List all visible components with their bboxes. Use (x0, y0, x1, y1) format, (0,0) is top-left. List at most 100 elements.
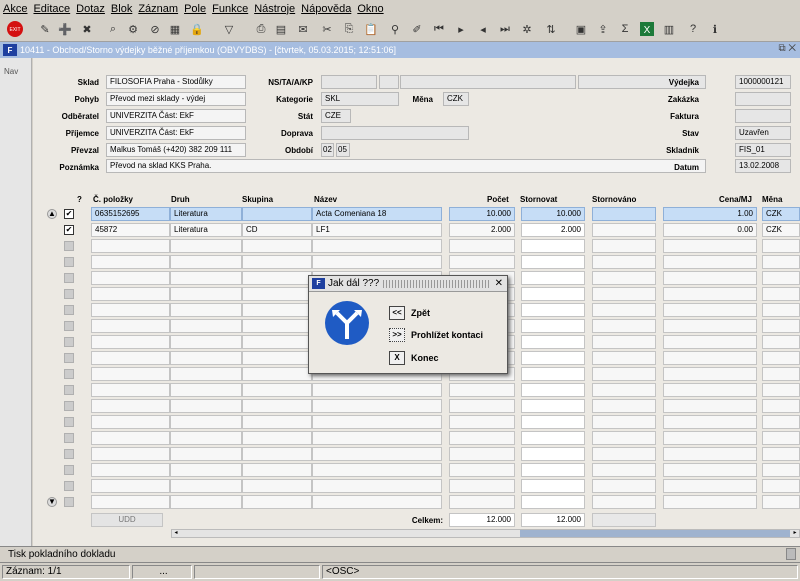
empty-cell[interactable] (592, 447, 656, 461)
empty-cell[interactable] (170, 383, 242, 397)
empty-cell[interactable] (170, 431, 242, 445)
sum-icon[interactable]: Σ (616, 20, 634, 38)
empty-cell[interactable] (242, 239, 312, 253)
field-datum[interactable]: 13.02.2008 (735, 159, 791, 173)
empty-cell[interactable] (170, 463, 242, 477)
empty-cell[interactable] (91, 383, 170, 397)
empty-cell[interactable] (91, 367, 170, 381)
menu-funkce[interactable]: Funkce (209, 3, 251, 15)
empty-cell[interactable] (762, 287, 800, 301)
empty-cell[interactable] (663, 383, 757, 397)
empty-cell[interactable] (170, 479, 242, 493)
empty-cell[interactable] (663, 271, 757, 285)
field-a[interactable] (400, 75, 576, 89)
empty-cell[interactable] (242, 335, 312, 349)
empty-row-checkbox[interactable] (64, 257, 74, 267)
field-stat[interactable]: CZE (321, 109, 351, 123)
row1-cena[interactable]: 1.00 (663, 207, 757, 221)
horizontal-scroll-thumb[interactable] (520, 530, 790, 537)
empty-cell[interactable] (242, 271, 312, 285)
empty-row-checkbox[interactable] (64, 433, 74, 443)
row1-stornovano[interactable] (592, 207, 656, 221)
horizontal-scrollbar[interactable]: ◂ ▸ (171, 529, 800, 538)
menu-akce[interactable]: Akce (0, 3, 30, 15)
window-controls[interactable]: ⧉ ✕ (778, 43, 796, 54)
field-zakazka[interactable] (735, 92, 791, 106)
row2-cena[interactable]: 0.00 (663, 223, 757, 237)
empty-cell[interactable] (170, 239, 242, 253)
scroll-right-icon[interactable]: ▸ (791, 530, 799, 537)
empty-cell[interactable] (312, 463, 442, 477)
empty-cell[interactable] (521, 303, 585, 317)
nav-panel[interactable]: Nav (0, 58, 32, 546)
print-icon[interactable]: ⎙ (252, 20, 270, 38)
empty-cell[interactable] (242, 479, 312, 493)
empty-cell[interactable] (91, 431, 170, 445)
empty-row-checkbox[interactable] (64, 385, 74, 395)
empty-cell[interactable] (312, 431, 442, 445)
empty-cell[interactable] (663, 463, 757, 477)
empty-cell[interactable] (592, 271, 656, 285)
exit-icon[interactable]: EXIT (6, 20, 24, 38)
excel-icon[interactable]: X (638, 20, 656, 38)
empty-cell[interactable] (170, 319, 242, 333)
menu-nastroje[interactable]: Nástroje (251, 3, 298, 15)
empty-cell[interactable] (449, 239, 515, 253)
empty-cell[interactable] (91, 303, 170, 317)
empty-cell[interactable] (762, 367, 800, 381)
empty-cell[interactable] (521, 447, 585, 461)
lock-icon[interactable]: 🔒 (188, 20, 206, 38)
empty-cell[interactable] (521, 479, 585, 493)
field-sklad[interactable]: FILOSOFIA Praha - Stodůlky (106, 75, 246, 89)
empty-cell[interactable] (762, 239, 800, 253)
delete-record-icon[interactable]: ✖ (78, 20, 96, 38)
empty-cell[interactable] (449, 479, 515, 493)
field-ns[interactable] (321, 75, 377, 89)
empty-row-checkbox[interactable] (64, 449, 74, 459)
count-query-icon[interactable]: ▦ (166, 20, 184, 38)
sort-icon[interactable]: ⇅ (542, 20, 560, 38)
empty-cell[interactable] (91, 351, 170, 365)
empty-cell[interactable] (521, 495, 585, 509)
field-vydejka[interactable]: 1000000121 (735, 75, 791, 89)
field-odberatel[interactable]: UNIVERZITA Část: EkF (106, 109, 246, 123)
settings-icon[interactable]: ✲ (518, 20, 536, 38)
empty-cell[interactable] (242, 415, 312, 429)
empty-cell[interactable] (449, 255, 515, 269)
empty-cell[interactable] (592, 303, 656, 317)
row1-nazev[interactable]: Acta Comeniana 18 (312, 207, 442, 221)
empty-cell[interactable] (91, 287, 170, 301)
empty-row-checkbox[interactable] (64, 497, 74, 507)
empty-cell[interactable] (663, 335, 757, 349)
save-icon[interactable]: ✎ (36, 20, 54, 38)
empty-cell[interactable] (663, 239, 757, 253)
field-mena[interactable]: CZK (443, 92, 469, 106)
empty-cell[interactable] (521, 255, 585, 269)
empty-cell[interactable] (449, 399, 515, 413)
empty-cell[interactable] (312, 479, 442, 493)
empty-cell[interactable] (91, 415, 170, 429)
copy-icon[interactable]: ⎘ (340, 20, 358, 38)
menu-blok[interactable]: Blok (108, 3, 135, 15)
empty-cell[interactable] (592, 431, 656, 445)
empty-cell[interactable] (312, 399, 442, 413)
empty-cell[interactable] (663, 303, 757, 317)
row1-druh[interactable]: Literatura (170, 207, 242, 221)
row1-mena[interactable]: CZK (762, 207, 800, 221)
empty-cell[interactable] (242, 383, 312, 397)
info-icon[interactable]: ℹ (706, 20, 724, 38)
empty-cell[interactable] (91, 463, 170, 477)
field-ta[interactable] (379, 75, 399, 89)
empty-cell[interactable] (762, 447, 800, 461)
calendar-icon[interactable]: ▥ (660, 20, 678, 38)
row2-nazev[interactable]: LF1 (312, 223, 442, 237)
empty-cell[interactable] (663, 495, 757, 509)
row1-cislo[interactable]: 0635152695 (91, 207, 170, 221)
empty-cell[interactable] (663, 447, 757, 461)
field-kategorie[interactable]: SKL (321, 92, 399, 106)
empty-cell[interactable] (663, 479, 757, 493)
empty-cell[interactable] (242, 399, 312, 413)
row2-stornovat[interactable]: 2.000 (521, 223, 585, 237)
menu-zaznam[interactable]: Záznam (135, 3, 181, 15)
empty-cell[interactable] (592, 239, 656, 253)
